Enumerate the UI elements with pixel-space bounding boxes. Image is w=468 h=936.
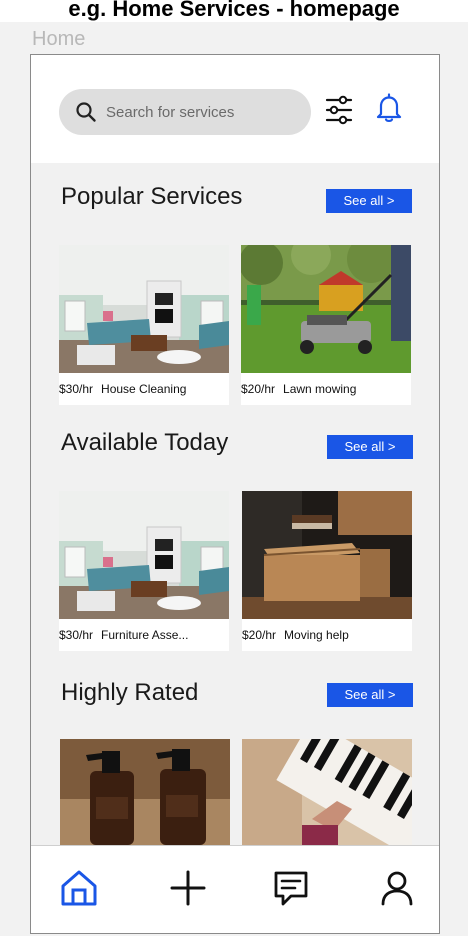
card-price: $30/hr <box>59 382 94 396</box>
piano-lesson-photo <box>242 739 412 845</box>
lawn-mower-photo <box>241 245 411 373</box>
card-title: Lawn mowing <box>283 382 357 396</box>
search-icon <box>75 101 97 123</box>
card-title: Furniture Asse... <box>101 628 189 642</box>
card-price: $30/hr <box>59 628 94 642</box>
section-title-popular-services: Popular Services <box>61 183 243 210</box>
card-info: $20/hr Moving help <box>242 619 412 651</box>
frame-label: Home <box>32 28 86 50</box>
card-price: $20/hr <box>242 628 277 642</box>
plus-icon <box>168 868 208 913</box>
home-icon <box>58 868 100 913</box>
phone-frame: Search for services Popular Services See… <box>30 54 440 934</box>
bell-icon[interactable] <box>376 93 402 123</box>
see-all-button[interactable]: See all > <box>327 683 413 707</box>
nav-add-button[interactable] <box>166 868 210 912</box>
service-card-highly-rated-1[interactable] <box>60 739 230 845</box>
nav-home-button[interactable] <box>57 868 101 912</box>
nav-messages-button[interactable] <box>269 868 313 912</box>
living-room-photo <box>59 245 229 373</box>
card-info: $30/hr House Cleaning <box>59 373 229 405</box>
message-icon <box>271 868 311 913</box>
card-info: $20/hr Lawn mowing <box>241 373 411 405</box>
card-title: Moving help <box>284 628 349 642</box>
card-title: House Cleaning <box>101 382 187 396</box>
app-header: Search for services <box>31 55 439 163</box>
moving-box-photo <box>242 491 412 619</box>
spray-bottles-photo <box>60 739 230 845</box>
see-all-button[interactable]: See all > <box>326 189 412 213</box>
card-price: $20/hr <box>241 382 276 396</box>
page-heading: e.g. Home Services - homepage <box>68 0 400 21</box>
service-card-lawn-mowing[interactable]: $20/hr Lawn mowing <box>241 245 411 405</box>
search-bar[interactable]: Search for services <box>59 89 311 135</box>
service-card-furniture-assembly[interactable]: $30/hr Furniture Asse... <box>59 491 229 651</box>
living-room-photo <box>59 491 229 619</box>
section-title-available-today: Available Today <box>61 429 229 456</box>
bottom-nav-bar <box>31 845 439 933</box>
card-info: $30/hr Furniture Asse... <box>59 619 229 651</box>
user-icon <box>377 868 417 913</box>
service-card-moving-help[interactable]: $20/hr Moving help <box>242 491 412 651</box>
service-card-house-cleaning[interactable]: $30/hr House Cleaning <box>59 245 229 405</box>
nav-profile-button[interactable] <box>375 868 419 912</box>
sliders-icon[interactable] <box>324 93 354 127</box>
section-title-highly-rated: Highly Rated <box>61 679 199 706</box>
service-card-highly-rated-2[interactable] <box>242 739 412 845</box>
search-input[interactable]: Search for services <box>106 104 234 121</box>
see-all-button[interactable]: See all > <box>327 435 413 459</box>
